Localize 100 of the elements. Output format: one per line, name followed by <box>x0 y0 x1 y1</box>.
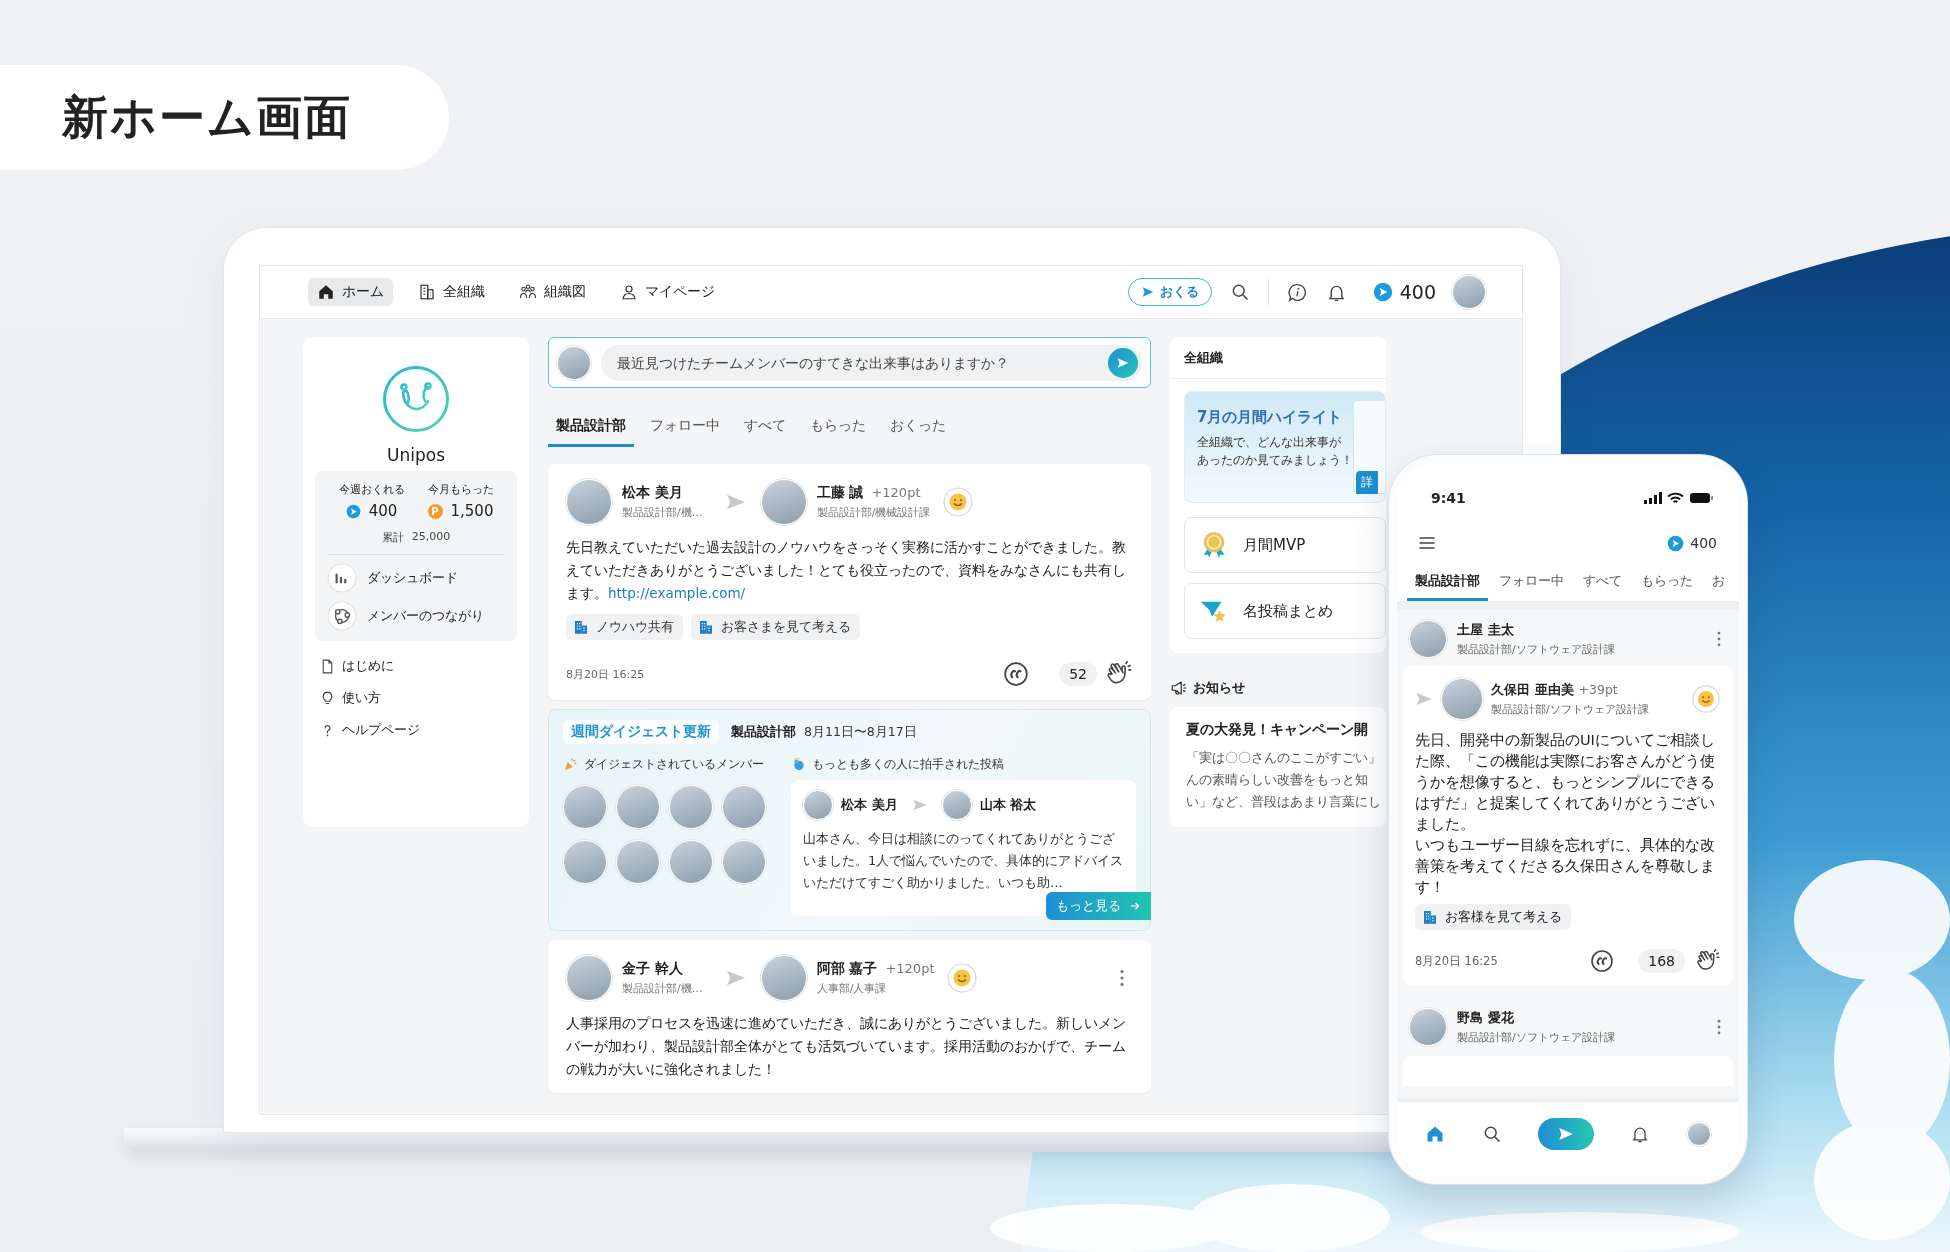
sidebar-link[interactable]: ヘルプページ <box>315 721 517 739</box>
stat-label: 累計 <box>381 530 404 545</box>
wifi-icon <box>1667 492 1684 504</box>
feed-tab[interactable]: すべて <box>1575 567 1630 601</box>
emoji-reaction-icon <box>942 486 975 518</box>
network-icon <box>327 601 357 631</box>
avatar <box>563 840 607 884</box>
feed-tab[interactable]: フォロー中 <box>642 409 728 447</box>
banner-title: 7月の月間ハイライト <box>1197 408 1344 427</box>
link-card[interactable]: 名投稿まとめ <box>1184 583 1386 639</box>
avatar <box>566 955 612 1001</box>
send-arrow-icon <box>1415 690 1433 708</box>
feed-tab[interactable]: おくった <box>882 409 954 447</box>
department-text: 製品設計部/機… <box>622 981 703 996</box>
timestamp: 8月20日 16:25 <box>1415 953 1498 969</box>
digest-badge: 週間ダイジェスト更新 <box>563 720 719 744</box>
nav-tab[interactable]: マイページ <box>611 278 724 306</box>
logo-icon <box>382 365 450 433</box>
department-text: 製品設計部/ソフトウェア設計課 <box>1491 702 1649 717</box>
feed-tab[interactable]: すべて <box>736 409 794 447</box>
stat-value: 400 <box>368 502 398 520</box>
points-balance: 400 <box>1399 281 1436 303</box>
post-text: 人事採用のプロセスを迅速に進めていただき、誠にありがとうございました。新しいメンバーが加わり、製品設計部全体がとても活気づいています。採用活動のおかげで、チームの戦力が大いに強化されました！ <box>566 1014 1127 1079</box>
user-name: 工藤 誠 <box>816 484 864 502</box>
value-tag[interactable]: お客様を見て考える <box>1415 904 1571 930</box>
people-icon <box>519 283 537 301</box>
nav-tab[interactable]: 組織図 <box>510 278 595 306</box>
building-icon <box>418 283 436 301</box>
feed-tab[interactable]: もらった <box>802 409 874 447</box>
avatar <box>1409 620 1447 658</box>
quote-icon[interactable] <box>1590 949 1615 973</box>
stat-value: 25,000 <box>411 530 451 545</box>
banner-text: あったのか見てみましょう！ <box>1197 452 1353 469</box>
sidebar-link[interactable]: はじめに <box>315 657 517 675</box>
feed-tab[interactable]: もらった <box>1633 567 1701 601</box>
points-text: +120pt <box>871 485 921 500</box>
battery-icon <box>1689 492 1713 504</box>
department-text: 製品設計部/機械設計課 <box>816 505 931 520</box>
user-name: 山本 裕太 <box>979 796 1037 814</box>
arrow-right-icon <box>1129 900 1141 912</box>
points-balance: 400 <box>1690 535 1717 551</box>
info-icon[interactable] <box>1286 281 1308 303</box>
value-tag[interactable]: ノウハウ共有 <box>566 614 683 640</box>
feed-tab[interactable]: 製品設計部 <box>548 409 634 447</box>
building-icon <box>1421 908 1439 926</box>
team-name: 製品設計部 <box>731 723 796 741</box>
details-button[interactable]: 詳 <box>1356 471 1378 494</box>
nav-tab[interactable]: ホーム <box>308 278 393 306</box>
building-icon <box>572 618 590 636</box>
send-arrow-icon <box>911 797 928 813</box>
section-label: ダイジェストされているメンバー <box>584 756 764 772</box>
sidebar-link[interactable]: 使い方 <box>315 689 517 707</box>
send-button[interactable]: おくる <box>1127 278 1212 306</box>
department-text: 製品設計部/ソフトウェア設計課 <box>1457 1030 1615 1045</box>
avatar <box>941 790 972 820</box>
send-points-icon <box>1372 282 1393 302</box>
avatar <box>722 840 766 884</box>
megaphone-icon <box>1170 679 1188 697</box>
post-text: 先日教えていただいた過去設計のノウハウをさっそく実務に活かすことができました。教えていただきありがとうございました！とても役立ったので、資料をみなさんにも共有します。http://example.com/ <box>566 538 1127 603</box>
user-name: 土屋 圭太 <box>1457 621 1515 639</box>
feed-tab[interactable]: お <box>1704 567 1733 601</box>
post-input[interactable]: 最近見つけたチームメンバーのすてきな出来事はありますか？ <box>615 353 1108 372</box>
highlight-banner[interactable]: 7月の月間ハイライト 全組織で、どんな出来事が あったのか見てみましょう！ 詳 <box>1184 391 1386 503</box>
avatar <box>563 785 607 829</box>
sidebar-menu-item[interactable]: ダッシュボード <box>327 563 505 593</box>
department-text: 製品設計部/機… <box>622 505 703 520</box>
value-tag[interactable]: お客さまを見て考える <box>691 614 860 640</box>
clap-count: 52 <box>1059 662 1097 686</box>
send-button[interactable] <box>1108 347 1138 378</box>
quote-icon[interactable] <box>1003 661 1030 687</box>
post-input-field[interactable]: 最近見つけたチームメンバーのすてきな出来事はありますか？ <box>601 344 1142 381</box>
feed-tab[interactable]: フォロー中 <box>1491 567 1572 601</box>
person-icon <box>620 283 638 301</box>
notice-text: んの素晴らしい改善をもっと知 <box>1186 771 1368 789</box>
emoji-reaction-icon <box>1691 684 1721 714</box>
user-name: 松本 美月 <box>841 796 898 814</box>
headline: 新ホーム画面 <box>0 65 449 170</box>
brand-name: Unipos <box>387 445 445 465</box>
home-icon[interactable] <box>1425 1124 1446 1144</box>
user-name: 金子 幹人 <box>622 960 683 978</box>
avatar <box>1452 275 1486 309</box>
link-card[interactable]: 月間MVP <box>1184 517 1386 573</box>
timestamp: 8月20日 16:25 <box>566 666 645 682</box>
notice-text: い」など、普段はあまり言葉にし <box>1186 793 1381 811</box>
send-button[interactable] <box>1537 1118 1594 1150</box>
sidebar-menu-item[interactable]: メンバーのつながり <box>327 601 505 631</box>
avatar <box>557 345 591 380</box>
nav-tab[interactable]: 全組織 <box>409 278 494 306</box>
link[interactable]: http://example.com/ <box>608 585 746 601</box>
user-name: 阿部 嘉子 <box>816 960 878 978</box>
avatar <box>669 840 713 884</box>
post-text: いつもユーザー目線を忘れずに、具体的な改善策を考えてくださる久保田さんを尊敬します！ <box>1415 836 1716 897</box>
avatar <box>760 479 807 525</box>
send-points-icon <box>1667 534 1685 552</box>
points-text: +120pt <box>885 961 935 976</box>
signal-icon <box>1643 492 1662 504</box>
avatar <box>616 785 660 829</box>
user-name: 松本 美月 <box>622 484 683 502</box>
notice-title: 夏の大発見！キャンペーン開 <box>1186 721 1368 739</box>
stat-label: 今月もらった <box>427 482 494 497</box>
